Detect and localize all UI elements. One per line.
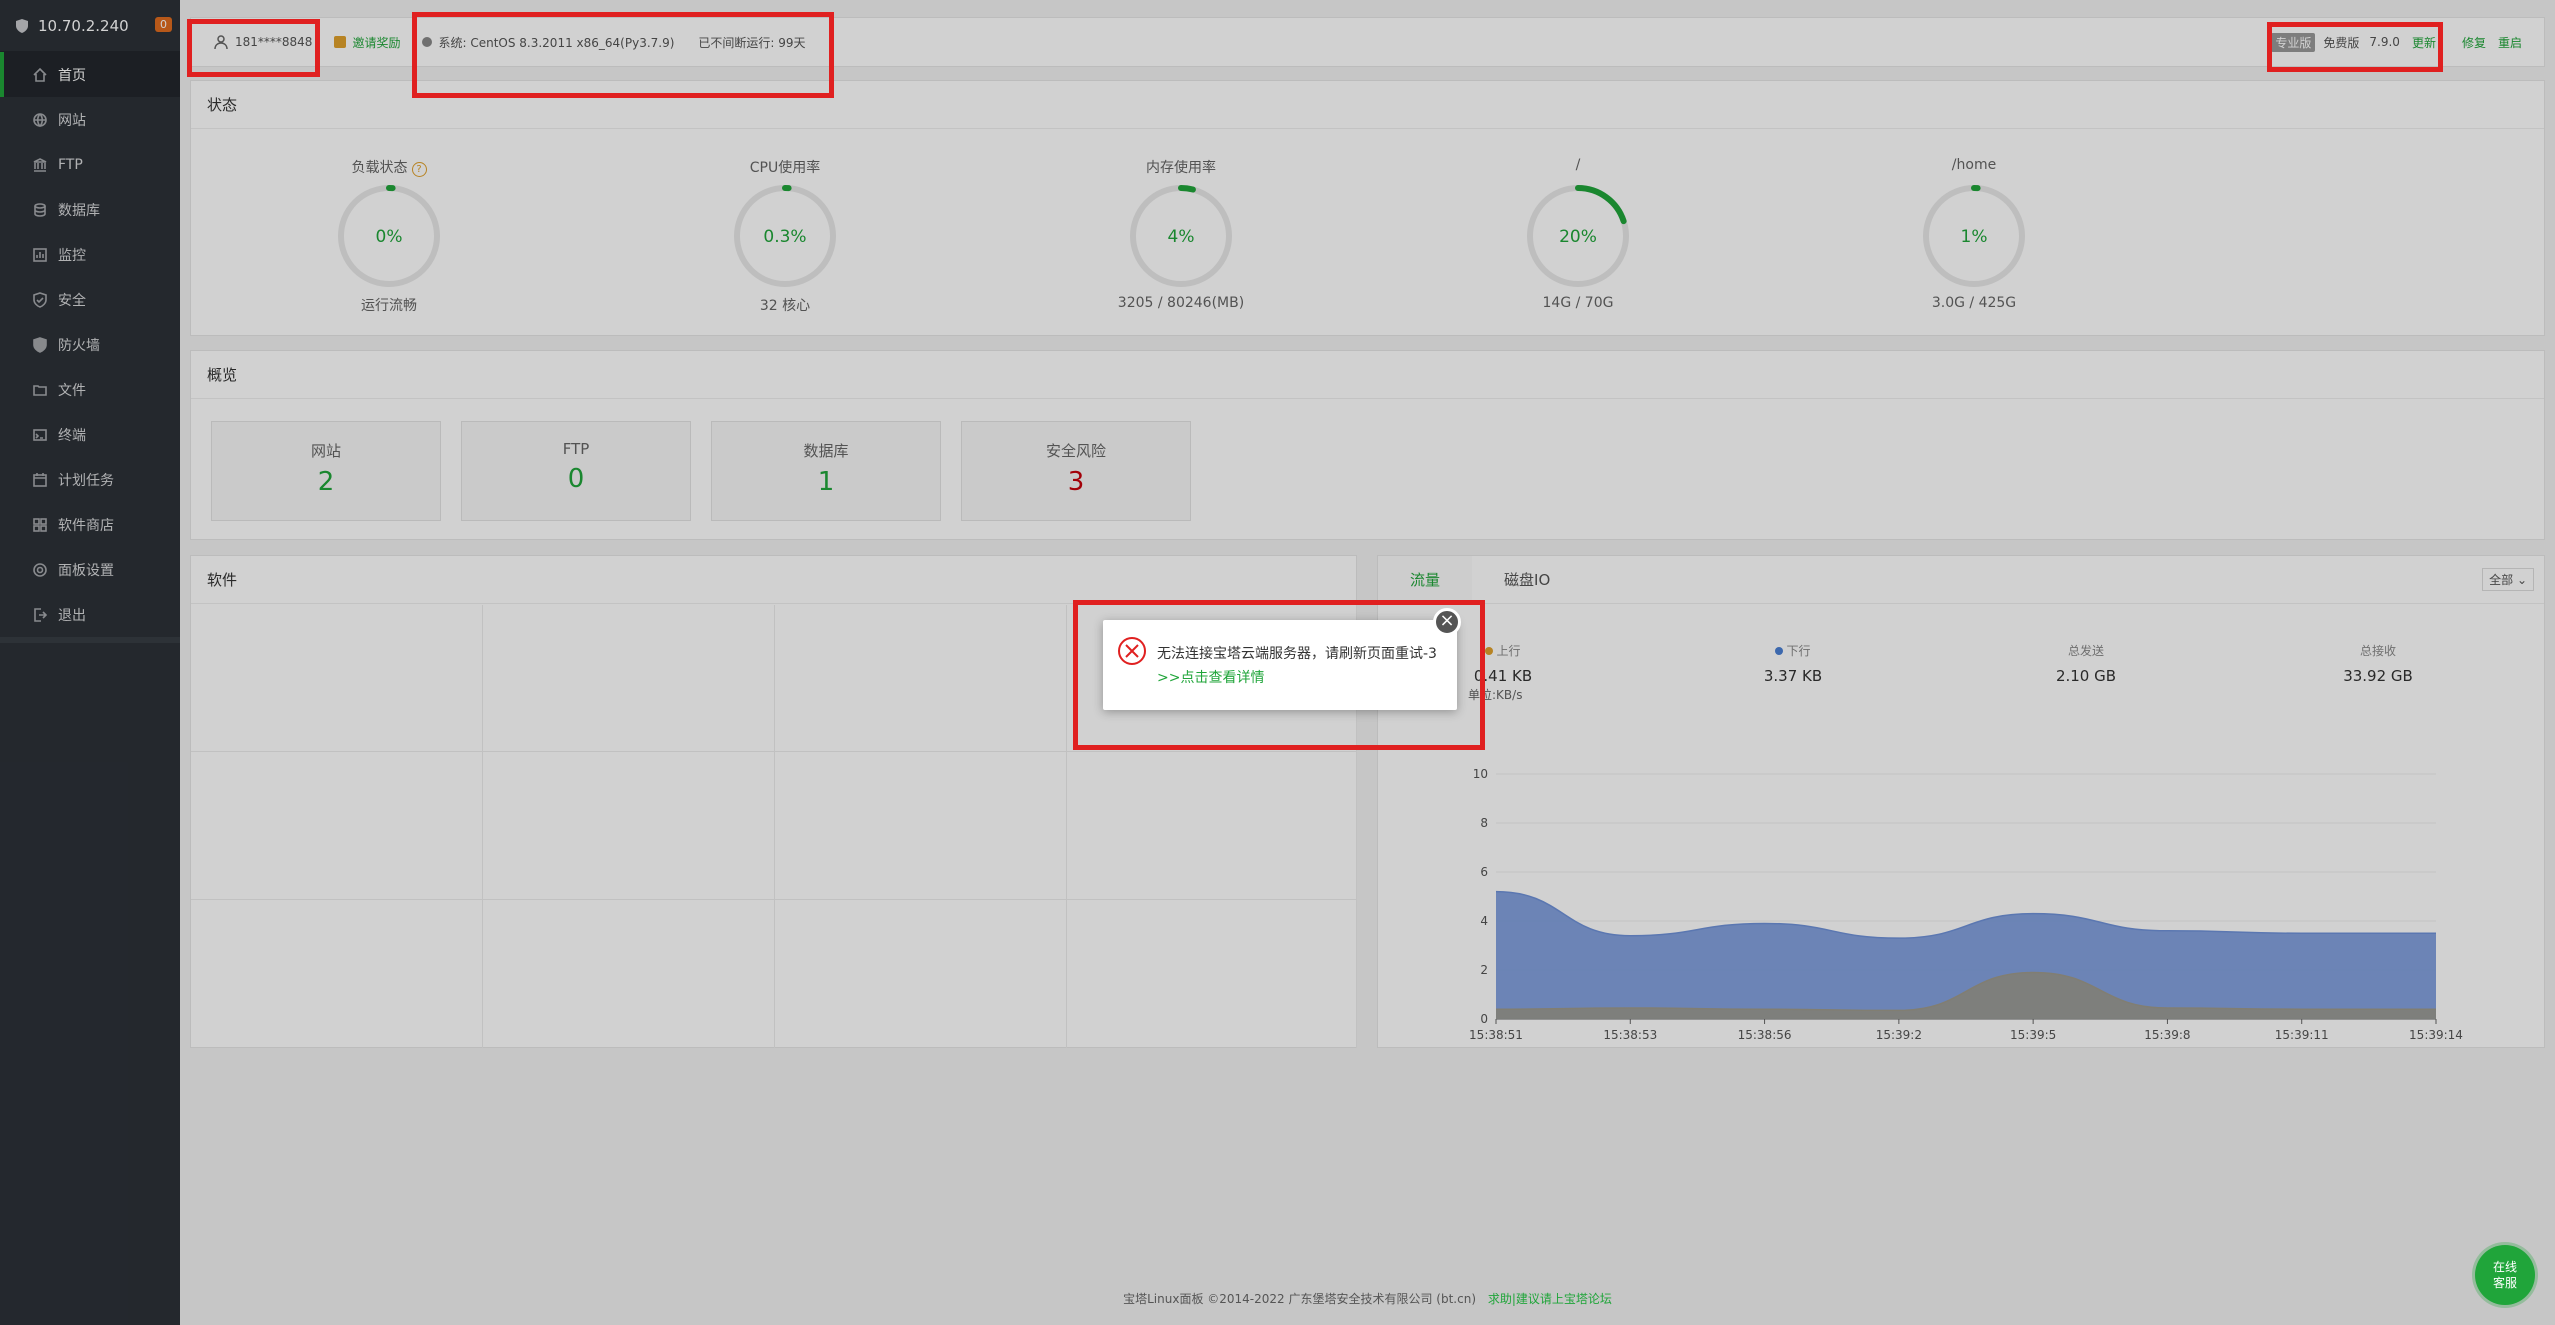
details-link[interactable]: >>点击查看详情 (1157, 667, 1264, 687)
service-label-1: 在线 (2492, 1260, 2517, 1274)
close-icon[interactable]: × (1433, 608, 1461, 636)
error-message: 无法连接宝塔云端服务器，请刷新页面重试-3 (1157, 646, 1437, 662)
service-label-2: 客服 (2492, 1276, 2517, 1290)
copyright-text: 宝塔Linux面板 ©2014-2022 广东堡塔安全技术有限公司 (bt.cn… (1123, 1292, 1476, 1306)
forum-link[interactable]: 求助|建议请上宝塔论坛 (1488, 1292, 1612, 1306)
footer: 宝塔Linux面板 ©2014-2022 广东堡塔安全技术有限公司 (bt.cn… (180, 1290, 2555, 1307)
error-icon (1118, 637, 1146, 665)
error-dialog: × 无法连接宝塔云端服务器，请刷新页面重试-3 >>点击查看详情 (1103, 608, 1461, 710)
online-service-button[interactable]: 在线 客服 (2475, 1245, 2535, 1305)
